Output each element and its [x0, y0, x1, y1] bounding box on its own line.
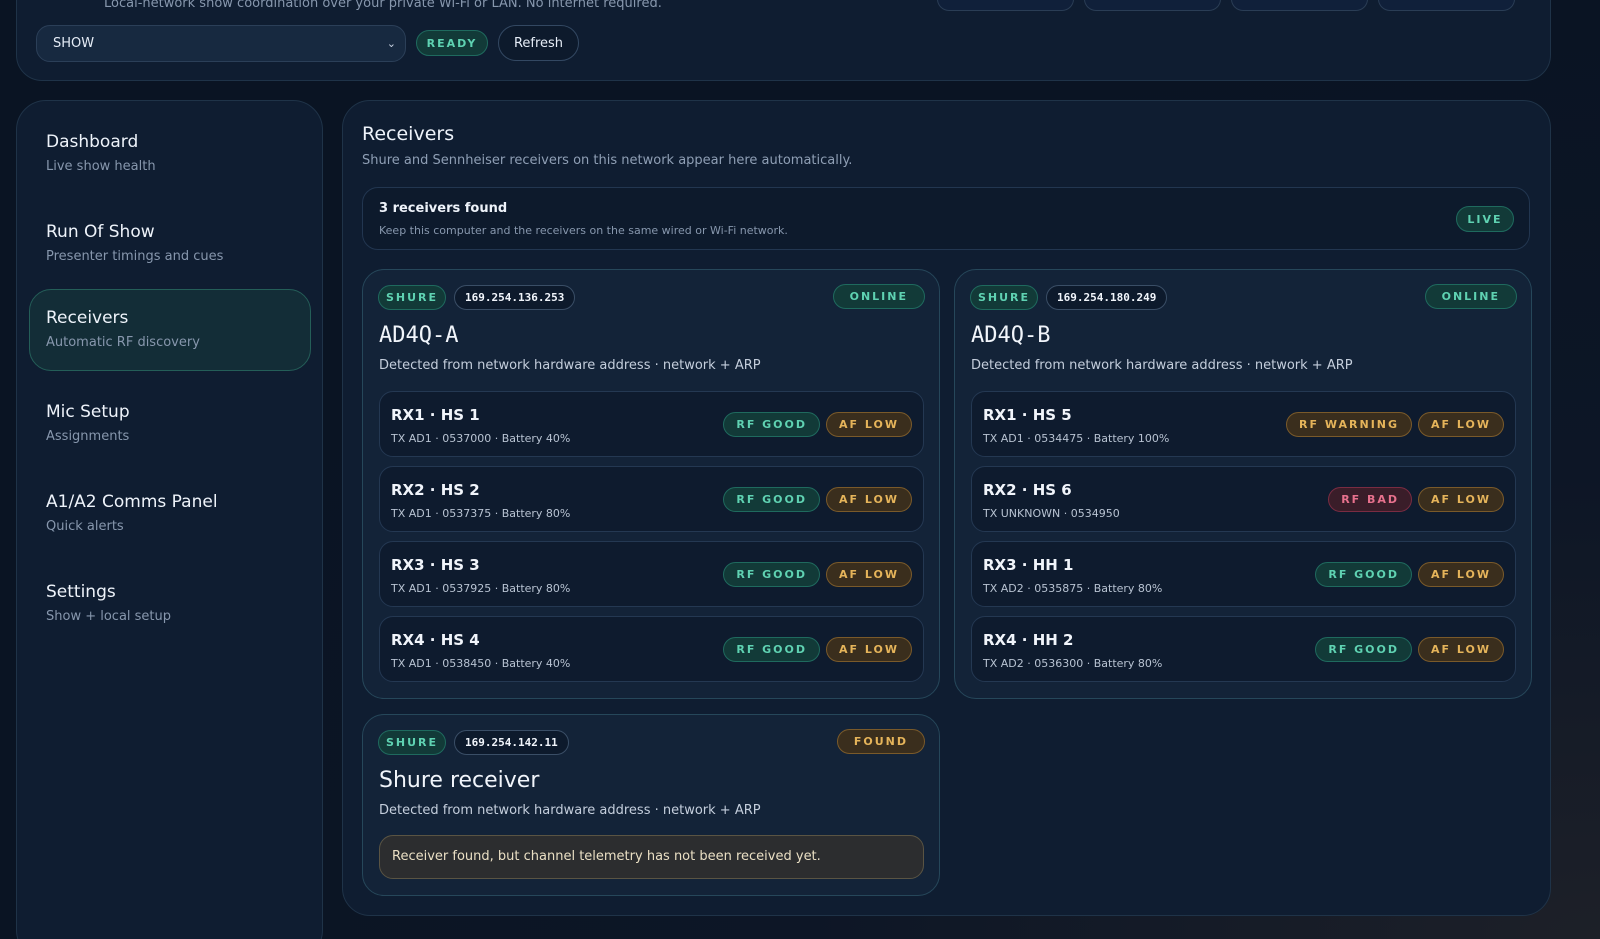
discovery-hint: Keep this computer and the receivers on … — [379, 224, 788, 237]
channel-name: RX2 · HS 2 — [391, 481, 480, 499]
receiver-detail: Detected from network hardware address ·… — [379, 358, 761, 373]
sidebar-item-comms-panel[interactable]: A1/A2 Comms Panel Quick alerts — [29, 461, 311, 543]
channel-row[interactable]: RX4 · HH 2 TX AD2 · 0536300 · Battery 80… — [971, 616, 1516, 682]
rf-status-badge: RF BAD — [1328, 487, 1413, 512]
show-select-value: SHOW — [53, 36, 95, 51]
rf-status-badge: RF GOOD — [723, 412, 821, 437]
sidebar-item-dashboard[interactable]: Dashboard Live show health — [29, 101, 311, 183]
channel-detail: TX AD2 · 0535875 · Battery 80% — [983, 582, 1163, 595]
channel-name: RX1 · HS 1 — [391, 406, 480, 424]
top-tab-2[interactable] — [1084, 0, 1221, 11]
channel-row[interactable]: RX3 · HS 3 TX AD1 · 0537925 · Battery 80… — [379, 541, 924, 607]
show-select[interactable]: SHOW ⌄ — [36, 25, 406, 62]
sidebar-item-title: Dashboard — [46, 132, 139, 152]
rf-status-badge: RF GOOD — [723, 487, 821, 512]
discovery-banner: 3 receivers found Keep this computer and… — [362, 187, 1530, 250]
sidebar-item-subtitle: Presenter timings and cues — [46, 249, 224, 264]
top-panel: Local-network show coordination over you… — [16, 0, 1551, 81]
sidebar-item-mic-setup[interactable]: Mic Setup Assignments — [29, 371, 311, 453]
af-status-badge: AF LOW — [1418, 637, 1504, 662]
af-status-badge: AF LOW — [826, 487, 912, 512]
sidebar-item-title: Receivers — [46, 308, 129, 328]
rf-status-badge: RF GOOD — [723, 562, 821, 587]
sidebar-item-subtitle: Assignments — [46, 429, 130, 444]
ip-badge: 169.254.142.11 — [454, 730, 569, 755]
receiver-name: AD4Q-B — [971, 323, 1051, 348]
sidebar-item-receivers[interactable]: Receivers Automatic RF discovery — [29, 289, 311, 371]
receiver-card-ad4q-b[interactable]: SHURE 169.254.180.249 ONLINE AD4Q-B Dete… — [954, 269, 1532, 699]
channel-row[interactable]: RX2 · HS 6 TX UNKNOWN · 0534950 RF BAD A… — [971, 466, 1516, 532]
telemetry-pending-note: Receiver found, but channel telemetry ha… — [379, 835, 924, 879]
channel-row[interactable]: RX4 · HS 4 TX AD1 · 0538450 · Battery 40… — [379, 616, 924, 682]
channel-detail: TX UNKNOWN · 0534950 — [983, 507, 1120, 520]
channel-detail: TX AD1 · 0538450 · Battery 40% — [391, 657, 571, 670]
sidebar-item-title: Mic Setup — [46, 402, 130, 422]
af-status-badge: AF LOW — [1418, 487, 1504, 512]
sidebar-item-title: Run Of Show — [46, 222, 155, 242]
channel-detail: TX AD1 · 0537375 · Battery 80% — [391, 507, 571, 520]
af-status-badge: AF LOW — [826, 637, 912, 662]
page-title: Receivers — [362, 123, 455, 145]
channel-detail: TX AD1 · 0537000 · Battery 40% — [391, 432, 571, 445]
channel-name: RX3 · HS 3 — [391, 556, 480, 574]
channel-row[interactable]: RX1 · HS 5 TX AD1 · 0534475 · Battery 10… — [971, 391, 1516, 457]
rf-status-badge: RF GOOD — [1315, 562, 1413, 587]
ip-badge: 169.254.136.253 — [454, 285, 576, 310]
chevron-down-icon: ⌄ — [386, 37, 396, 50]
channel-detail: TX AD2 · 0536300 · Battery 80% — [983, 657, 1163, 670]
sidebar-item-title: Settings — [46, 582, 116, 602]
sidebar-item-settings[interactable]: Settings Show + local setup — [29, 551, 311, 633]
channel-name: RX1 · HS 5 — [983, 406, 1072, 424]
receiver-name: Shure receiver — [379, 768, 540, 793]
sidebar-item-subtitle: Automatic RF discovery — [46, 335, 200, 350]
refresh-button[interactable]: Refresh — [498, 25, 579, 61]
page-subtitle: Shure and Sennheiser receivers on this n… — [362, 153, 853, 168]
app-subtitle: Local-network show coordination over you… — [104, 0, 662, 11]
found-badge: FOUND — [836, 729, 925, 754]
sidebar-item-title: A1/A2 Comms Panel — [46, 492, 218, 512]
rf-status-badge: RF GOOD — [723, 637, 821, 662]
brand-badge: SHURE — [378, 730, 446, 755]
af-status-badge: AF LOW — [826, 562, 912, 587]
af-status-badge: AF LOW — [1418, 412, 1504, 437]
channel-name: RX4 · HH 2 — [983, 631, 1074, 649]
sidebar-item-subtitle: Live show health — [46, 159, 156, 174]
receiver-name: AD4Q-A — [379, 323, 459, 348]
rf-status-badge: RF WARNING — [1286, 412, 1413, 437]
status-badge: READY — [416, 30, 488, 56]
channel-name: RX2 · HS 6 — [983, 481, 1072, 499]
top-tab-3[interactable] — [1231, 0, 1368, 11]
receivers-panel: Receivers Shure and Sennheiser receivers… — [342, 100, 1551, 916]
channel-row[interactable]: RX1 · HS 1 TX AD1 · 0537000 · Battery 40… — [379, 391, 924, 457]
channel-name: RX3 · HH 1 — [983, 556, 1074, 574]
channel-row[interactable]: RX3 · HH 1 TX AD2 · 0535875 · Battery 80… — [971, 541, 1516, 607]
af-status-badge: AF LOW — [826, 412, 912, 437]
receiver-detail: Detected from network hardware address ·… — [379, 803, 761, 818]
sidebar-item-run-of-show[interactable]: Run Of Show Presenter timings and cues — [29, 191, 311, 273]
live-badge: LIVE — [1456, 206, 1514, 232]
af-status-badge: AF LOW — [1418, 562, 1504, 587]
receiver-card-shure[interactable]: SHURE 169.254.142.11 FOUND Shure receive… — [362, 714, 940, 896]
receivers-count: 3 receivers found — [379, 201, 508, 216]
receiver-detail: Detected from network hardware address ·… — [971, 358, 1353, 373]
top-tab-1[interactable] — [937, 0, 1074, 11]
brand-badge: SHURE — [378, 285, 446, 310]
sidebar: Dashboard Live show health Run Of Show P… — [16, 100, 323, 939]
online-badge: ONLINE — [832, 284, 925, 309]
top-tab-4[interactable] — [1378, 0, 1515, 11]
receiver-card-ad4q-a[interactable]: SHURE 169.254.136.253 ONLINE AD4Q-A Dete… — [362, 269, 940, 699]
ip-badge: 169.254.180.249 — [1046, 285, 1168, 310]
sidebar-item-subtitle: Show + local setup — [46, 609, 172, 624]
online-badge: ONLINE — [1424, 284, 1517, 309]
channel-row[interactable]: RX2 · HS 2 TX AD1 · 0537375 · Battery 80… — [379, 466, 924, 532]
channel-detail: TX AD1 · 0534475 · Battery 100% — [983, 432, 1170, 445]
sidebar-item-subtitle: Quick alerts — [46, 519, 124, 534]
rf-status-badge: RF GOOD — [1315, 637, 1413, 662]
channel-detail: TX AD1 · 0537925 · Battery 80% — [391, 582, 571, 595]
channel-name: RX4 · HS 4 — [391, 631, 480, 649]
brand-badge: SHURE — [970, 285, 1038, 310]
